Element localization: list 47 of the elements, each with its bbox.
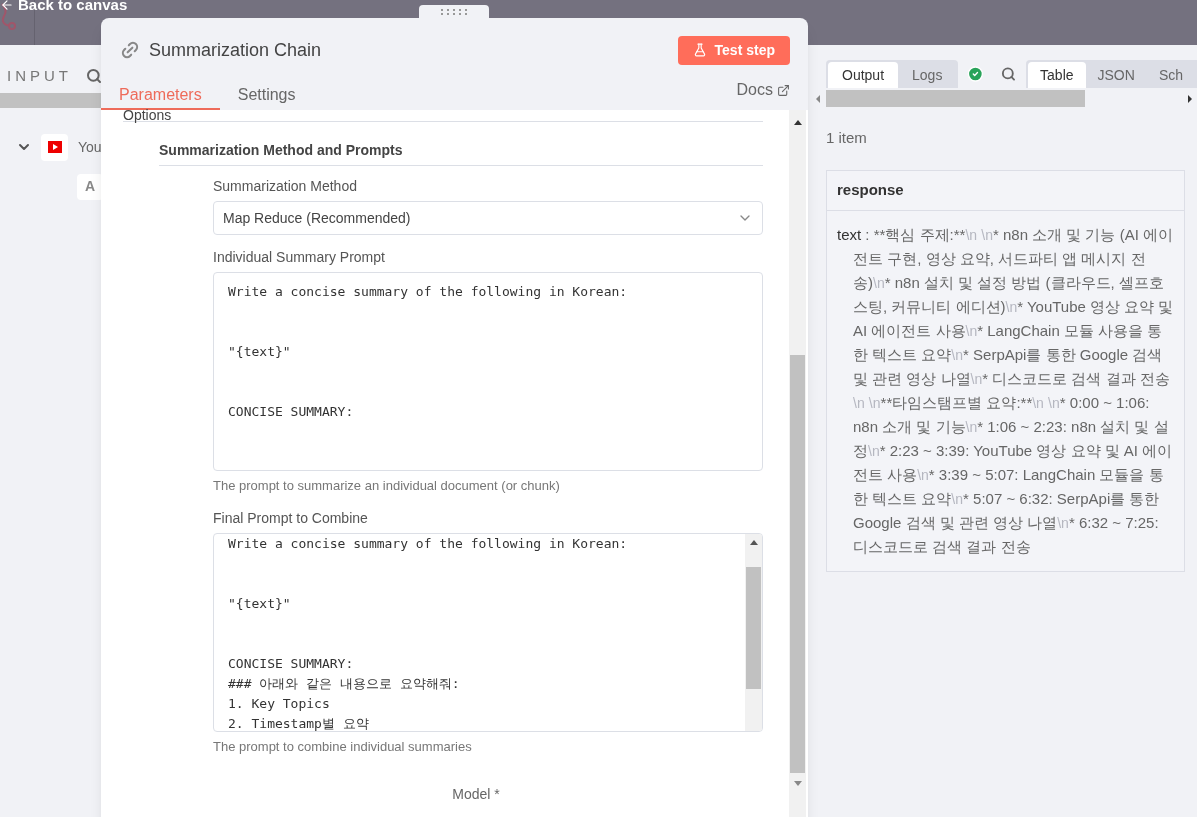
flask-icon	[692, 43, 707, 57]
key-value-text: text : **핵심 주제:**\n \n* n8n 소개 및 기능 (AI 에이전트 구현, 영상 요약, 서드파티 앱 메시지 전송)\n* n8n 설치 및 설정 방법 (클라우드, 셀프호스팅, 커뮤니티 에디션)\n* YouTube 영상 요약 및 AI 에이전트 사용\n* LangChain 모듈 사용을 통한 텍스트 요약\n* SerpApi를 통한 Google 검색 및 관련 영상 나열\n* 디스코드로 검색 결과 전송\n \n**타임스탬프별 요약:**\n \n* 0:00 ~ 1:06: n8n 소개 및 기능\n* 1:06 ~ 2:23: n8n 설치 및 설정\n* 2:23 ~ 3:39: YouTube 영상 요약 및 AI 에이전트 사용\n* 3:39 ~ 5:07: LangChain 모듈을 통한 텍스트 요약\n* 5:07 ~ 6:32: SerpApi를 통한 Google 검색 및 관련 영상 나열\n* 6:32 ~ 7:25: 디스코드로 검색 결과 전송	[837, 224, 1174, 557]
view-tab[interactable]: Table	[1028, 62, 1086, 88]
item-count: 1 item	[826, 128, 868, 148]
group-title: Summarization Method and Prompts	[159, 142, 403, 158]
field-label: Model *	[452, 785, 500, 804]
field-label: Individual Summary Prompt	[213, 248, 386, 267]
scrollbar[interactable]	[0, 92, 101, 108]
field-label: Summarization Method	[213, 177, 358, 196]
video-node-icon	[41, 133, 68, 161]
search-icon[interactable]	[1001, 66, 1017, 82]
field-hint: The prompt to summarize an individual document (or chunk)	[213, 477, 561, 495]
scroll-up-icon[interactable]	[749, 539, 758, 545]
dialog-tab[interactable]: Settings	[219, 82, 314, 110]
scroll-up-icon[interactable]	[793, 120, 802, 125]
search-icon[interactable]	[86, 68, 102, 85]
success-icon	[967, 65, 985, 83]
output-tab[interactable]: Logs	[898, 62, 957, 88]
section-title: Options	[123, 108, 172, 122]
scroll-down-icon[interactable]	[793, 781, 802, 786]
column-header: response	[837, 179, 904, 200]
prompt-line: "{text}"	[228, 343, 292, 361]
field-hint: The prompt to combine individual summaries	[213, 737, 473, 756]
field-label: Final Prompt to Combine	[213, 508, 369, 528]
test-step-button[interactable]: Test step	[677, 35, 790, 65]
dialog-title: Summarization Chain	[149, 38, 322, 62]
prompt-line: "{text}"	[228, 594, 292, 613]
select-field[interactable]: Map Reduce (Recommended)	[213, 201, 763, 235]
prompt-line: Write a concise summary of the following in Korean:	[228, 283, 629, 301]
scrollbar[interactable]	[789, 110, 806, 817]
field-type-icon: A	[77, 173, 103, 200]
node-label[interactable]: You	[78, 136, 102, 158]
view-tab[interactable]: JSON	[1085, 62, 1147, 88]
external-link-icon	[777, 83, 790, 97]
prompt-line: Write a concise summary of the following in Korean:	[228, 534, 629, 553]
output-tab[interactable]: Output	[828, 62, 899, 88]
prompt-textarea[interactable]: Write a concise summary of the following in Korean: "{text}" CONCISE SUMMARY:	[213, 272, 763, 471]
prompt-line: 1. Key Topics	[228, 694, 331, 713]
panel-title: INPUT	[7, 66, 72, 86]
prompt-line: 2. Timestamp별 요약	[228, 714, 370, 731]
prompt-line: CONCISE SUMMARY:	[228, 654, 355, 673]
docs-link[interactable]: Docs	[736, 78, 790, 110]
prompt-line: ### 아래와 같은 내용으로 요약해줘:	[228, 674, 461, 693]
scrollbar[interactable]	[745, 533, 762, 731]
prompt-textarea[interactable]: Write a concise summary of the following in Korean: "{text}" CONCISE SUMMARY: ### 아래와 같은 내용으로 요약해줘: 1. Key Topics 2. Timestamp별 요약	[213, 532, 763, 732]
view-tab[interactable]: Sch	[1146, 62, 1195, 88]
prompt-line: CONCISE SUMMARY:	[228, 403, 355, 421]
